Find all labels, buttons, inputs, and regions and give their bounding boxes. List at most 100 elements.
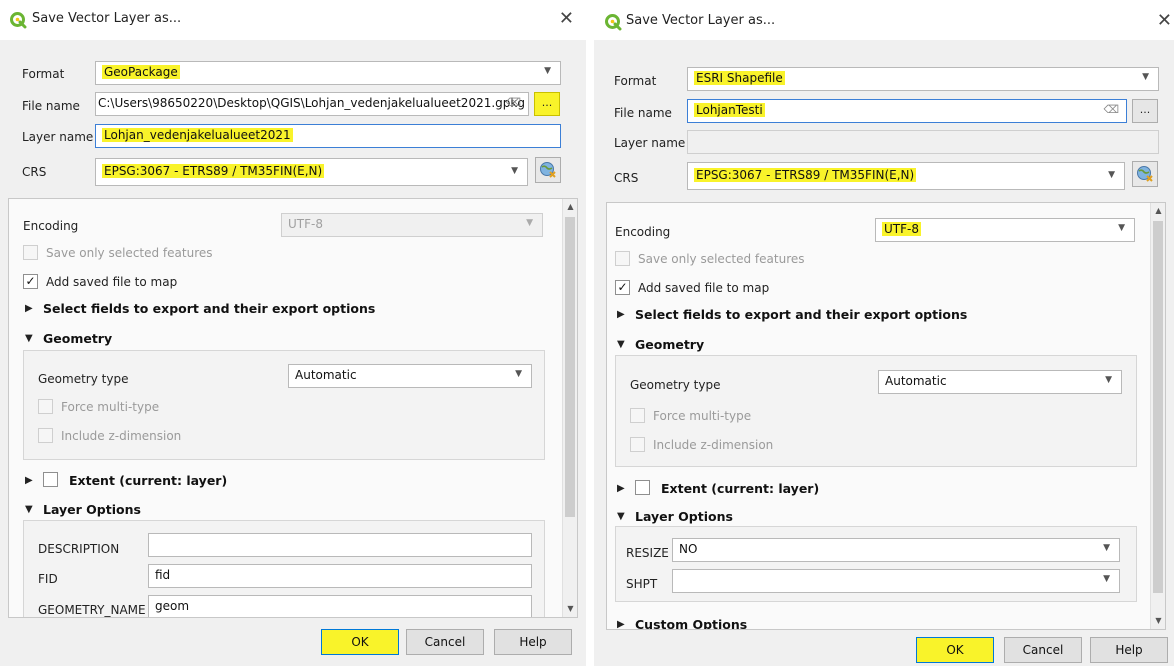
help-button-label: Help [1115,643,1143,657]
globe-icon [1137,166,1153,182]
options-scroll-panel[interactable]: Encoding UTF-8 ▼ Save only selected feat… [606,202,1166,630]
force-multi-label: Force multi-type [653,409,752,423]
help-button[interactable]: Help [1090,637,1168,663]
ok-button[interactable]: OK [916,637,994,663]
close-icon[interactable]: ✕ [559,8,574,29]
crs-globe-icon[interactable] [535,157,561,183]
expand-down-icon[interactable]: ▼ [617,339,625,350]
clear-field-icon[interactable]: ⌫ [1103,103,1119,116]
expand-down-icon[interactable]: ▼ [25,333,33,344]
encoding-value: UTF-8 [288,217,323,231]
scroll-down-icon[interactable]: ▼ [563,601,577,617]
extent-section[interactable]: Extent (current: layer) [661,481,819,496]
format-value: GeoPackage [102,65,180,79]
expand-right-icon[interactable]: ▶ [617,309,625,320]
layer-options-section[interactable]: Layer Options [43,502,141,517]
add-to-map-checkbox[interactable]: ✓ [23,274,38,289]
add-to-map-label: Add saved file to map [638,281,770,295]
expand-right-icon[interactable]: ▶ [25,475,33,486]
crs-label: CRS [614,171,639,185]
scroll-up-icon[interactable]: ▲ [563,199,577,215]
cancel-button[interactable]: Cancel [1004,637,1082,663]
crs-select[interactable]: EPSG:3067 - ETRS89 / TM35FIN(E,N) ▼ [687,162,1125,190]
scrollbar[interactable]: ▲ ▼ [1150,203,1165,629]
save-vector-layer-dialog-geopackage: Save Vector Layer as... ✕ Format GeoPack… [0,0,586,666]
save-selected-checkbox[interactable] [615,251,630,266]
fid-input[interactable]: fid [148,564,532,588]
chevron-down-icon: ▼ [526,218,533,228]
select-fields-section[interactable]: Select fields to export and their export… [43,301,375,316]
description-input[interactable] [148,533,532,557]
include-z-checkbox[interactable] [38,428,53,443]
format-select[interactable]: GeoPackage ▼ [95,61,561,85]
force-multi-checkbox[interactable] [38,399,53,414]
shpt-label: SHPT [626,577,658,591]
resize-select[interactable]: NO ▼ [672,538,1120,562]
geometry-type-select[interactable]: Automatic ▼ [878,370,1122,394]
save-selected-checkbox[interactable] [23,245,38,260]
layername-input[interactable]: Lohjan_vedenjakelualueet2021 [95,124,561,148]
scrollbar[interactable]: ▲ ▼ [562,199,577,617]
browse-button[interactable]: ... [534,92,560,116]
expand-down-icon[interactable]: ▼ [617,511,625,522]
crs-select[interactable]: EPSG:3067 - ETRS89 / TM35FIN(E,N) ▼ [95,158,528,186]
geometry-section[interactable]: Geometry [43,331,112,346]
include-z-label: Include z-dimension [653,438,774,452]
geometry-type-select[interactable]: Automatic ▼ [288,364,532,388]
extent-checkbox[interactable] [43,472,58,487]
scroll-down-icon[interactable]: ▼ [1151,613,1165,629]
extent-section[interactable]: Extent (current: layer) [69,473,227,488]
chevron-down-icon: ▼ [511,166,518,176]
filename-value: C:\Users\98650220\Desktop\QGIS\Lohjan_ve… [98,96,525,110]
layer-options-section[interactable]: Layer Options [635,509,733,524]
format-label: Format [614,74,657,88]
geometry-group: Geometry type Automatic ▼ Force multi-ty… [615,355,1137,467]
browse-button[interactable]: ... [1132,99,1158,123]
browse-button-label: ... [541,96,553,109]
ok-button-label: OK [351,635,369,649]
scroll-thumb[interactable] [565,217,575,517]
expand-right-icon[interactable]: ▶ [617,619,625,629]
ok-button[interactable]: OK [321,629,399,655]
cancel-button-label: Cancel [1022,643,1064,657]
geometry-name-input[interactable]: geom [148,595,532,617]
force-multi-checkbox[interactable] [630,408,645,423]
crs-value: EPSG:3067 - ETRS89 / TM35FIN(E,N) [694,168,917,182]
help-button[interactable]: Help [494,629,572,655]
include-z-checkbox[interactable] [630,437,645,452]
format-select[interactable]: ESRI Shapefile ▼ [687,67,1159,91]
chevron-down-icon: ▼ [1103,574,1110,584]
cancel-button[interactable]: Cancel [406,629,484,655]
layername-value: Lohjan_vedenjakelualueet2021 [102,128,293,142]
title-bar: Save Vector Layer as... ✕ [0,0,586,40]
layername-label: Layer name [22,130,94,144]
expand-down-icon[interactable]: ▼ [25,504,33,515]
custom-options-section[interactable]: Custom Options [635,617,747,629]
select-fields-section[interactable]: Select fields to export and their export… [635,307,967,322]
globe-icon [540,162,556,178]
scroll-up-icon[interactable]: ▲ [1151,203,1165,219]
crs-globe-icon[interactable] [1132,161,1158,187]
scroll-thumb[interactable] [1153,221,1163,593]
encoding-select: UTF-8 ▼ [281,213,543,237]
filename-input[interactable]: C:\Users\98650220\Desktop\QGIS\Lohjan_ve… [95,92,529,116]
filename-input[interactable]: LohjanTesti ⌫ [687,99,1127,123]
force-multi-label: Force multi-type [61,400,160,414]
geometry-section[interactable]: Geometry [635,337,704,352]
expand-right-icon[interactable]: ▶ [25,303,33,314]
expand-right-icon[interactable]: ▶ [617,483,625,494]
add-to-map-checkbox[interactable]: ✓ [615,280,630,295]
filename-label: File name [614,106,672,120]
filename-value: LohjanTesti [694,103,765,117]
shpt-select[interactable]: ▼ [672,569,1120,593]
encoding-value: UTF-8 [882,222,921,236]
extent-checkbox[interactable] [635,480,650,495]
close-icon[interactable]: ✕ [1157,10,1172,31]
geometry-type-value: Automatic [295,368,357,382]
dialog-title: Save Vector Layer as... [626,13,776,28]
clear-field-icon[interactable]: ⌫ [505,96,521,109]
options-scroll-panel[interactable]: Encoding UTF-8 ▼ Save only selected feat… [8,198,578,618]
save-selected-label: Save only selected features [46,246,213,260]
geometry-type-label: Geometry type [38,372,129,386]
encoding-select[interactable]: UTF-8 ▼ [875,218,1135,242]
